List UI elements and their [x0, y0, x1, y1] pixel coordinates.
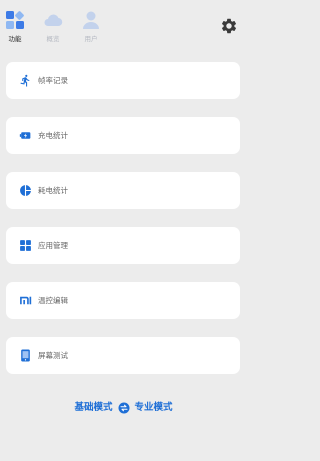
swap-icon[interactable]: [118, 402, 130, 414]
tab-overview-label: 概览: [46, 35, 60, 43]
top-bar: 功能 概览 用户: [0, 0, 247, 50]
menu-item-frame-rate-label: 帧率记录: [38, 76, 68, 85]
menu-item-power-usage[interactable]: 耗电统计: [6, 172, 240, 209]
tab-overview[interactable]: 概览: [38, 10, 68, 44]
function-list: 帧率记录 充电统计 耗电统计 应用管理 温控编辑 屏幕测试: [6, 62, 240, 392]
menu-item-frame-rate[interactable]: 帧率记录: [6, 62, 240, 99]
tab-functions[interactable]: 功能: [0, 10, 30, 44]
menu-item-power-usage-label: 耗电统计: [38, 186, 68, 195]
menu-item-thermal-edit[interactable]: 温控编辑: [6, 282, 240, 319]
menu-item-charging-stats-label: 充电统计: [38, 131, 68, 140]
pie-chart-icon: [20, 185, 31, 196]
pro-mode-label[interactable]: 专业模式: [135, 402, 173, 413]
menu-item-charging-stats[interactable]: 充电统计: [6, 117, 240, 154]
menu-item-app-management[interactable]: 应用管理: [6, 227, 240, 264]
apps-grid-icon: [20, 240, 31, 251]
battery-charging-icon: [19, 132, 31, 139]
mode-switch[interactable]: 基础模式 专业模式: [0, 400, 247, 416]
tab-user[interactable]: 用户: [76, 10, 106, 44]
menu-item-thermal-edit-label: 温控编辑: [38, 296, 68, 305]
tab-functions-label: 功能: [8, 35, 22, 43]
menu-item-screen-test-label: 屏幕测试: [38, 351, 68, 360]
gear-icon[interactable]: [220, 17, 238, 35]
user-icon: [83, 11, 99, 29]
menu-item-app-management-label: 应用管理: [38, 241, 68, 250]
grid-icon: [6, 11, 24, 29]
menu-item-screen-test[interactable]: 屏幕测试: [6, 337, 240, 374]
mi-logo-icon: [20, 296, 32, 305]
tab-user-label: 用户: [84, 35, 98, 43]
basic-mode-label[interactable]: 基础模式: [74, 402, 112, 413]
running-icon: [20, 74, 30, 87]
cloud-icon: [44, 14, 63, 27]
phone-screen-icon: [21, 349, 30, 362]
